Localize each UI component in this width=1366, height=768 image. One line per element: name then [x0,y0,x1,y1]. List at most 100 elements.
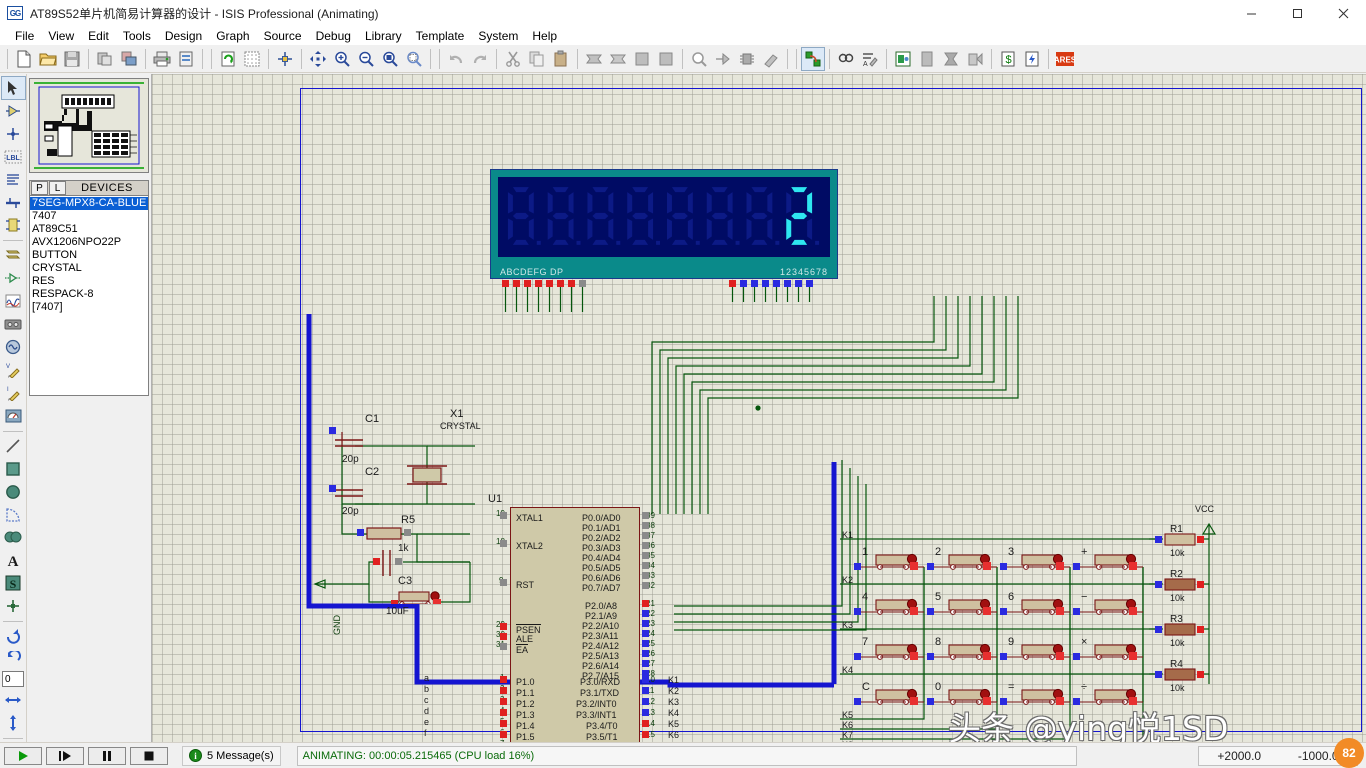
tape-recorder-icon[interactable] [2,313,25,335]
device-pins-icon[interactable] [2,267,25,289]
redo-icon[interactable] [469,48,491,70]
new-sheet-icon[interactable] [916,48,938,70]
cut-icon[interactable] [502,48,524,70]
generator-icon[interactable] [2,336,25,358]
remove-sheet-icon[interactable] [940,48,962,70]
zoom-out-icon[interactable] [355,48,377,70]
text-script-icon[interactable] [2,169,25,191]
menu-view[interactable]: View [41,28,81,44]
zoom-area-icon[interactable] [403,48,425,70]
search-tag-icon[interactable] [835,48,857,70]
device-list-item[interactable]: 7SEG-MPX8-CA-BLUE [30,197,148,210]
arc-icon[interactable] [2,504,25,526]
property-assign-icon[interactable]: A [859,48,881,70]
mirror-horizontal-icon[interactable] [2,689,25,711]
device-list-item[interactable]: AT89C51 [30,223,148,236]
block-rotate-icon[interactable] [631,48,653,70]
menu-tools[interactable]: Tools [116,28,158,44]
pause-button[interactable] [88,747,126,765]
schematic-overview-preview[interactable] [29,78,149,173]
wire-label-icon[interactable]: LBL [2,146,25,168]
menu-edit[interactable]: Edit [81,28,116,44]
device-list-item[interactable]: 7407 [30,210,148,223]
current-probe-icon[interactable]: I [2,382,25,404]
mirror-vertical-icon[interactable] [2,712,25,734]
text-icon[interactable]: A [2,549,25,571]
device-list-item[interactable]: AVX1206NPO22P [30,236,148,249]
paste-icon[interactable] [550,48,572,70]
zoom-in-icon[interactable] [331,48,353,70]
ares-icon[interactable]: ARES [1054,48,1076,70]
import-section-icon[interactable] [94,48,116,70]
menu-help[interactable]: Help [525,28,564,44]
pullup-resistor-network[interactable] [1147,514,1247,714]
menu-library[interactable]: Library [358,28,409,44]
subcircuit-icon[interactable] [2,215,25,237]
refresh-icon[interactable] [217,48,239,70]
schematic-editor-canvas[interactable]: ABCDEFG DP 12345678 [152,74,1366,742]
new-file-icon[interactable] [13,48,35,70]
print-icon[interactable] [151,48,173,70]
device-list-item[interactable]: BUTTON [30,249,148,262]
circle-icon[interactable] [2,481,25,503]
selection-mode-icon[interactable] [2,77,25,99]
device-list-item[interactable]: [7407] [30,301,148,314]
wire-autorouter-icon[interactable] [802,48,824,70]
box-icon[interactable] [2,458,25,480]
pan-icon[interactable] [307,48,329,70]
maximize-button[interactable] [1274,0,1320,26]
tab-library-l[interactable]: L [49,181,66,195]
keypad-matrix[interactable] [832,529,1172,742]
make-device-icon[interactable] [712,48,734,70]
rotate-clockwise-icon[interactable] [2,625,25,647]
path-icon[interactable] [2,527,25,549]
virtual-instruments-icon[interactable] [2,405,25,427]
export-section-icon[interactable] [118,48,140,70]
print-region-icon[interactable] [175,48,197,70]
block-move-icon[interactable] [607,48,629,70]
save-icon[interactable] [61,48,83,70]
line-icon[interactable] [2,435,25,457]
menu-system[interactable]: System [471,28,525,44]
device-list[interactable]: 7SEG-MPX8-CA-BLUE 7407 AT89C51 AVX1206NP… [29,196,149,396]
rotation-value-input[interactable] [2,671,24,687]
play-button[interactable] [4,747,42,765]
terminals-icon[interactable] [2,244,25,266]
rotate-anticlockwise-icon[interactable] [2,648,25,670]
marker-icon[interactable] [2,595,25,617]
device-list-item[interactable]: RESPACK-8 [30,288,148,301]
menu-debug[interactable]: Debug [309,28,358,44]
oscillator-reset-circuit[interactable] [307,384,507,604]
menu-source[interactable]: Source [257,28,309,44]
symbol-icon[interactable]: S [2,572,25,594]
menu-graph[interactable]: Graph [209,28,256,44]
copy-icon[interactable] [526,48,548,70]
block-copy-icon[interactable] [583,48,605,70]
undo-icon[interactable] [445,48,467,70]
origin-icon[interactable] [274,48,296,70]
exit-sheet-icon[interactable] [964,48,986,70]
seven-segment-display[interactable]: ABCDEFG DP 12345678 [490,169,838,279]
zoom-all-icon[interactable] [379,48,401,70]
electrical-rule-check-icon[interactable] [1021,48,1043,70]
message-count-area[interactable]: i 5 Message(s) [182,746,281,766]
open-folder-icon[interactable] [37,48,59,70]
voltage-probe-icon[interactable]: V [2,359,25,381]
close-button[interactable] [1320,0,1366,26]
toggle-grid-icon[interactable] [241,48,263,70]
menu-template[interactable]: Template [409,28,472,44]
junction-dot-icon[interactable] [2,123,25,145]
block-delete-icon[interactable] [655,48,677,70]
graph-icon[interactable] [2,290,25,312]
menu-design[interactable]: Design [158,28,209,44]
notification-badge[interactable]: 82 [1334,738,1364,768]
bill-of-materials-icon[interactable]: $ [997,48,1019,70]
step-button[interactable] [46,747,84,765]
component-mode-icon[interactable] [2,100,25,122]
tab-parts-p[interactable]: P [31,181,48,195]
minimize-button[interactable] [1228,0,1274,26]
buses-icon[interactable] [2,192,25,214]
device-list-item[interactable]: RES [30,275,148,288]
stop-button[interactable] [130,747,168,765]
pick-device-icon[interactable] [688,48,710,70]
